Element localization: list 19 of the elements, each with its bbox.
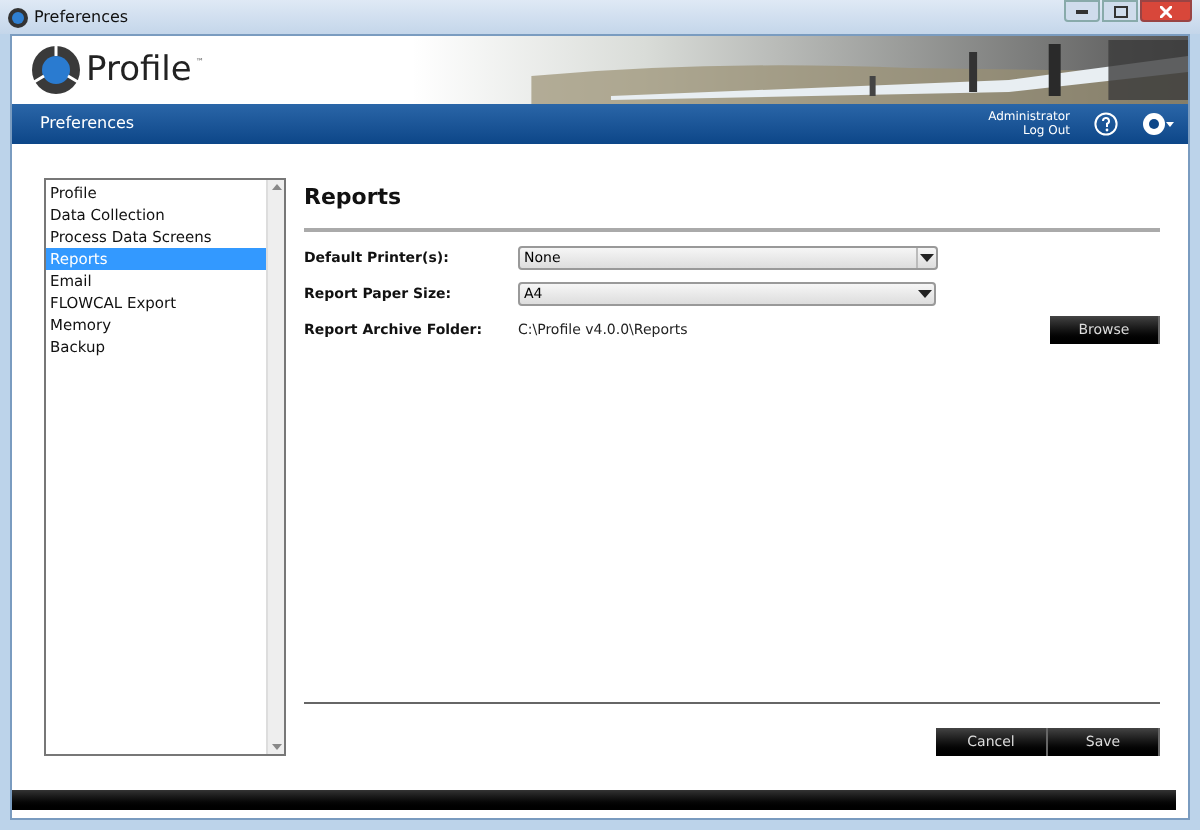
- account-menu-icon[interactable]: [1142, 112, 1176, 136]
- scrollbar[interactable]: [266, 180, 284, 754]
- minimize-icon: [1076, 9, 1088, 13]
- minimize-button[interactable]: [1064, 0, 1100, 22]
- nav-title: Preferences: [40, 112, 135, 136]
- caret-icon: [918, 290, 932, 298]
- logo-icon: [30, 44, 82, 96]
- close-icon: [1160, 5, 1172, 17]
- app-icon: [8, 7, 28, 27]
- scroll-down-icon[interactable]: [271, 744, 281, 750]
- scroll-up-icon[interactable]: [271, 184, 281, 190]
- maximize-button[interactable]: [1102, 0, 1138, 22]
- panel-title: Reports: [304, 182, 404, 214]
- close-button[interactable]: [1140, 0, 1192, 22]
- window-title: Preferences: [34, 5, 129, 29]
- logo-text: Profile: [86, 53, 192, 87]
- maximize-icon: [1113, 5, 1127, 17]
- caret-icon: [920, 254, 934, 262]
- help-icon[interactable]: [1094, 112, 1118, 136]
